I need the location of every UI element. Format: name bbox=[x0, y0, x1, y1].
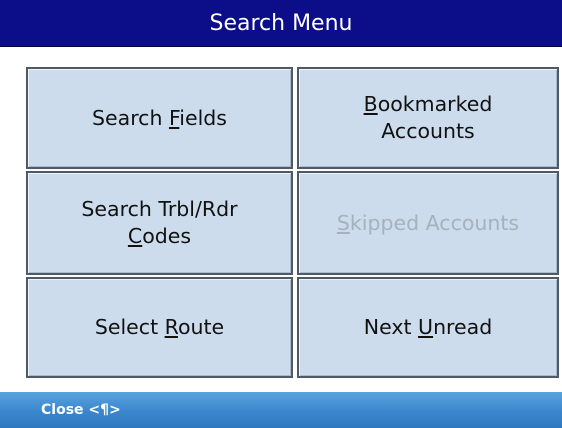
search-fields-button[interactable]: Search Fields bbox=[26, 67, 293, 169]
title-bar: Search Menu bbox=[0, 0, 562, 47]
accelerator-key: U bbox=[418, 315, 434, 340]
select-route-button[interactable]: Select Route bbox=[26, 277, 293, 378]
search-trbl-rdr-codes-button[interactable]: Search Trbl/Rdr Codes bbox=[26, 171, 293, 275]
select-route-label: Select Route bbox=[94, 315, 225, 340]
bookmarked-accounts-label: Bookmarked Accounts bbox=[363, 92, 493, 143]
bookmarked-accounts-button[interactable]: Bookmarked Accounts bbox=[297, 67, 559, 169]
next-unread-button[interactable]: Next Unread bbox=[297, 277, 559, 378]
skipped-accounts-button: Skipped Accounts bbox=[297, 171, 559, 275]
search-menu-panel: Search Fields Bookmarked Accounts Search… bbox=[0, 47, 562, 392]
accelerator-key: F bbox=[168, 105, 180, 130]
accelerator-key: B bbox=[363, 92, 378, 117]
skipped-accounts-label: Skipped Accounts bbox=[336, 210, 520, 235]
search-fields-label: Search Fields bbox=[92, 105, 227, 130]
accelerator-key: C bbox=[127, 224, 143, 248]
accelerator-key: R bbox=[164, 315, 178, 340]
close-soft-key[interactable]: Close <¶> bbox=[41, 402, 121, 418]
search-trbl-rdr-codes-label: Search Trbl/Rdr Codes bbox=[81, 197, 238, 248]
accelerator-key: S bbox=[336, 210, 350, 235]
next-unread-label: Next Unread bbox=[363, 315, 493, 340]
window-title: Search Menu bbox=[209, 10, 353, 36]
soft-key-bar: Close <¶> bbox=[0, 392, 562, 428]
